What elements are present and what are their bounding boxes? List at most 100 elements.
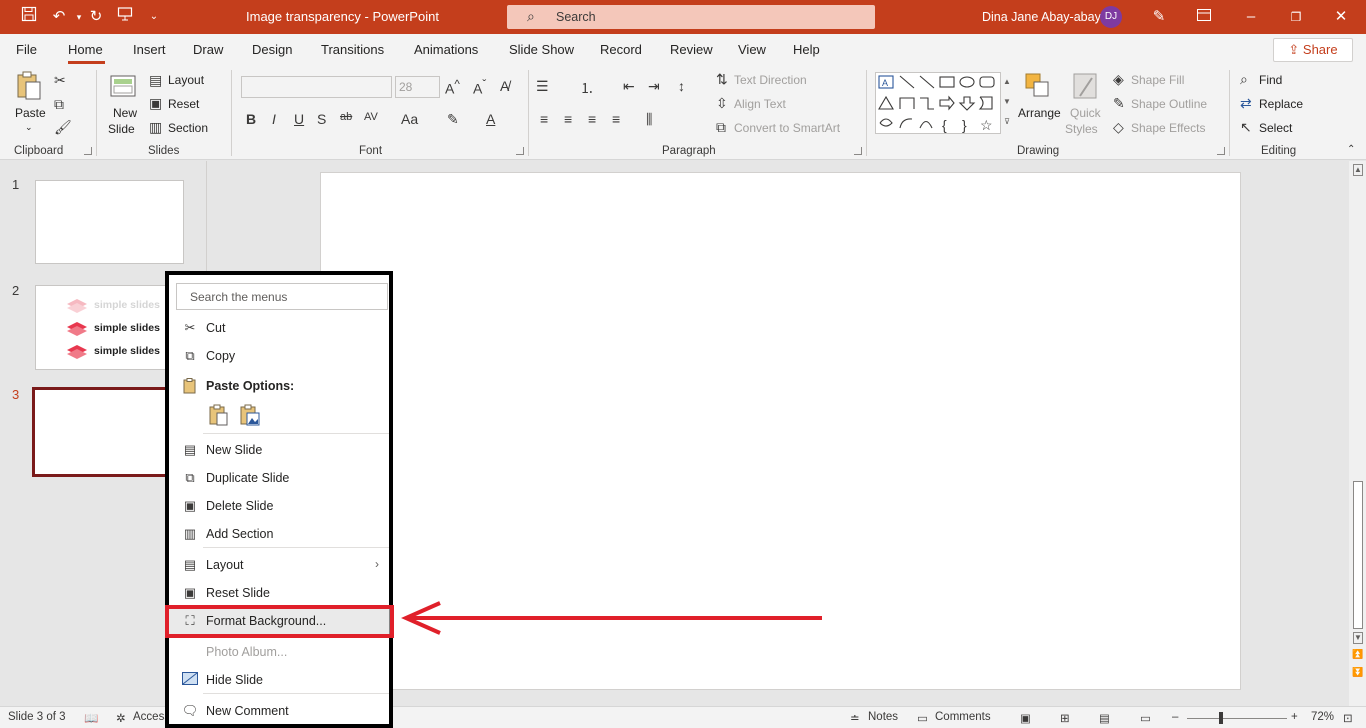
menu-item-duplicate-slide[interactable]: ⧉ Duplicate Slide: [169, 464, 389, 492]
zoom-slider[interactable]: [1187, 718, 1287, 719]
section-label[interactable]: Section: [168, 121, 208, 135]
previous-slide-icon[interactable]: ⏫: [1352, 649, 1363, 660]
text-direction-icon[interactable]: ⇅: [716, 71, 728, 88]
cut-icon[interactable]: ✂: [54, 72, 66, 89]
bullets-icon[interactable]: ☰: [536, 78, 549, 95]
save-icon[interactable]: [18, 6, 40, 28]
increase-indent-icon[interactable]: ⇥: [648, 78, 660, 95]
slideshow-icon[interactable]: ▭: [1140, 711, 1151, 725]
shape-fill-label[interactable]: Shape Fill: [1131, 73, 1184, 87]
pen-icon[interactable]: ✎: [1148, 6, 1170, 28]
align-right-icon[interactable]: ≡: [588, 111, 596, 127]
shape-outline-icon[interactable]: ✎: [1113, 95, 1125, 112]
font-name-combo[interactable]: [241, 76, 392, 98]
replace-icon[interactable]: ⇄: [1240, 95, 1252, 112]
notes-button[interactable]: Notes: [868, 711, 898, 723]
avatar[interactable]: DJ: [1100, 6, 1122, 28]
spelling-icon[interactable]: 📖: [84, 711, 98, 725]
fit-to-window-icon[interactable]: ⊡: [1343, 711, 1353, 725]
font-color-icon[interactable]: A: [486, 111, 495, 127]
zoom-out-icon[interactable]: –: [1172, 711, 1178, 723]
columns-icon[interactable]: ⫼: [646, 111, 652, 128]
clipboard-launcher-icon[interactable]: [84, 147, 92, 155]
bold-icon[interactable]: B: [246, 111, 256, 127]
replace-label[interactable]: Replace: [1259, 97, 1303, 111]
shape-effects-label[interactable]: Shape Effects: [1131, 121, 1206, 135]
paste-as-picture-icon[interactable]: [238, 403, 262, 427]
quick-styles-icon[interactable]: [1070, 70, 1102, 102]
restore-icon[interactable]: ❐: [1285, 6, 1307, 28]
tab-slide-show[interactable]: Slide Show: [509, 42, 574, 57]
italic-icon[interactable]: I: [272, 111, 276, 127]
close-icon[interactable]: ✕: [1330, 6, 1352, 28]
zoom-level[interactable]: 72%: [1311, 711, 1334, 723]
tab-transitions[interactable]: Transitions: [321, 42, 384, 57]
shadow-icon[interactable]: S: [317, 111, 326, 127]
menu-item-layout[interactable]: ▤ Layout ›: [169, 551, 389, 579]
tab-view[interactable]: View: [738, 42, 766, 57]
shapes-gallery[interactable]: A {} ☆: [875, 72, 1013, 134]
align-text-icon[interactable]: ⇳: [716, 95, 728, 112]
shape-effects-icon[interactable]: ◇: [1113, 119, 1124, 136]
scroll-thumb[interactable]: [1353, 481, 1363, 629]
notes-icon[interactable]: ≐: [850, 711, 860, 725]
normal-view-icon[interactable]: ▣: [1020, 711, 1031, 725]
paste-icon[interactable]: [14, 70, 44, 102]
select-label[interactable]: Select: [1259, 121, 1292, 135]
find-label[interactable]: Find: [1259, 73, 1282, 87]
user-name[interactable]: Dina Jane Abay-abay: [982, 10, 1101, 24]
paragraph-launcher-icon[interactable]: [854, 147, 862, 155]
align-center-icon[interactable]: ≡: [564, 111, 572, 127]
menu-item-format-background[interactable]: ⛶ Format Background...: [169, 607, 389, 635]
quick-styles-label-1[interactable]: Quick: [1070, 106, 1101, 120]
tab-design[interactable]: Design: [252, 42, 292, 57]
reset-label[interactable]: Reset: [168, 97, 199, 111]
quick-styles-label-2[interactable]: Styles: [1065, 122, 1098, 136]
underline-icon[interactable]: U: [294, 111, 304, 127]
tab-record[interactable]: Record: [600, 42, 642, 57]
text-direction-label[interactable]: Text Direction: [734, 73, 807, 87]
zoom-in-icon[interactable]: +: [1291, 711, 1298, 723]
format-painter-icon[interactable]: 🖌: [54, 119, 72, 136]
new-slide-label-1[interactable]: New: [113, 106, 137, 120]
justify-icon[interactable]: ≡: [612, 111, 620, 127]
arrange-icon[interactable]: [1022, 70, 1054, 102]
scroll-up-icon[interactable]: ▲: [1353, 164, 1363, 176]
font-size-combo[interactable]: 28: [395, 76, 440, 98]
menu-item-add-section[interactable]: ▥ Add Section: [169, 520, 389, 548]
tab-draw[interactable]: Draw: [193, 42, 223, 57]
scroll-down-icon[interactable]: ▼: [1353, 632, 1363, 644]
paste-label[interactable]: Paste: [15, 106, 46, 120]
slide-thumbnail-2[interactable]: simple slides simple slides simple slide…: [35, 285, 184, 370]
tab-home[interactable]: Home: [68, 42, 103, 57]
ribbon-display-icon[interactable]: [1193, 6, 1215, 28]
tab-help[interactable]: Help: [793, 42, 820, 57]
drawing-launcher-icon[interactable]: [1217, 147, 1225, 155]
zoom-slider-thumb[interactable]: [1219, 712, 1223, 724]
smartart-icon[interactable]: ⧉: [716, 119, 726, 136]
slide-sorter-icon[interactable]: ⊞: [1060, 711, 1070, 725]
section-icon[interactable]: ▥: [149, 119, 162, 136]
menu-item-cut[interactable]: ✂ Cut: [169, 314, 389, 342]
shape-fill-icon[interactable]: ◈: [1113, 71, 1124, 88]
change-case-icon[interactable]: Aa: [401, 111, 418, 127]
align-text-label[interactable]: Align Text: [734, 97, 786, 111]
accessibility-icon[interactable]: ✲: [116, 711, 126, 725]
reset-icon[interactable]: ▣: [149, 95, 162, 112]
strikethrough-icon[interactable]: ab: [340, 111, 352, 123]
present-icon[interactable]: [114, 6, 136, 28]
layout-icon[interactable]: ▤: [149, 72, 162, 89]
convert-smartart-label[interactable]: Convert to SmartArt: [734, 121, 840, 135]
collapse-ribbon-icon[interactable]: ⌃: [1347, 144, 1355, 155]
line-spacing-icon[interactable]: ↕: [678, 78, 685, 94]
menu-item-new-comment[interactable]: 🗨 New Comment: [169, 697, 389, 725]
tab-animations[interactable]: Animations: [414, 42, 478, 57]
tab-file[interactable]: File: [16, 42, 37, 57]
share-button[interactable]: ⇪ Share: [1273, 38, 1353, 62]
menu-item-hide-slide[interactable]: Hide Slide: [169, 666, 389, 694]
customize-qat-icon[interactable]: ⌄: [143, 6, 165, 28]
clear-formatting-icon[interactable]: A̸: [500, 78, 509, 94]
comments-button[interactable]: Comments: [935, 711, 991, 723]
select-icon[interactable]: ↖: [1240, 119, 1252, 136]
redo-icon[interactable]: ↻: [85, 6, 107, 28]
